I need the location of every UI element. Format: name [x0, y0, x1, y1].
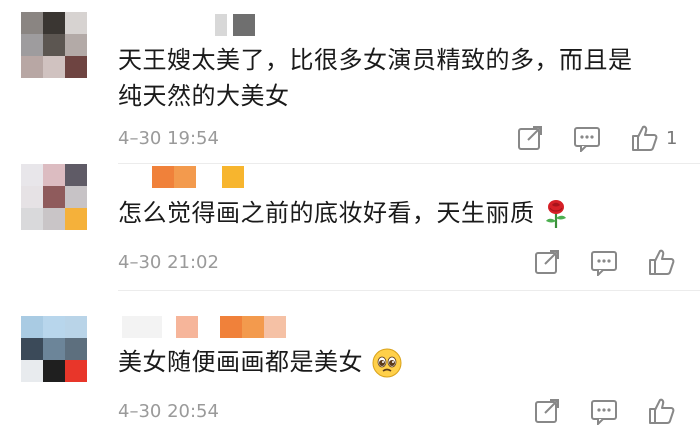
comment-text: 天王嫂太美了，比很多女演员精致的多，而且是 纯天然的大美女 — [118, 42, 633, 114]
comment-text-line: 纯天然的大美女 — [118, 82, 290, 110]
divider — [118, 163, 700, 164]
username-blurred[interactable] — [215, 14, 255, 36]
avatar[interactable] — [21, 316, 87, 382]
avatar[interactable] — [21, 164, 87, 230]
comment-time: 4–30 21:02 — [118, 252, 219, 273]
comment-text-line: 怎么觉得画之前的底妆好看，天生丽质 — [118, 199, 535, 227]
comment-icon[interactable] — [590, 248, 618, 276]
comment-text: 怎么觉得画之前的底妆好看，天生丽质 — [118, 195, 569, 231]
avatar[interactable] — [21, 12, 87, 78]
share-icon[interactable] — [516, 124, 544, 152]
username-blurred[interactable] — [152, 166, 244, 188]
comment-time: 4–30 20:54 — [118, 401, 219, 422]
username-blurred[interactable] — [122, 316, 286, 338]
comment-icon[interactable] — [573, 124, 601, 152]
like-icon[interactable] — [630, 124, 658, 152]
share-icon[interactable] — [533, 397, 561, 425]
comment-icon[interactable] — [590, 397, 618, 425]
comment-text-line: 天王嫂太美了，比很多女演员精致的多，而且是 — [118, 46, 633, 74]
rose-icon — [545, 200, 566, 228]
comment-text-line: 美女随便画画都是美女 — [118, 348, 363, 376]
pleading-face-icon — [372, 348, 402, 378]
like-icon[interactable] — [647, 248, 675, 276]
comment-text: 美女随便画画都是美女 — [118, 344, 403, 380]
like-icon[interactable] — [647, 397, 675, 425]
divider — [118, 290, 700, 291]
like-count: 1 — [666, 128, 678, 149]
share-icon[interactable] — [533, 248, 561, 276]
comment-time: 4–30 19:54 — [118, 128, 219, 149]
